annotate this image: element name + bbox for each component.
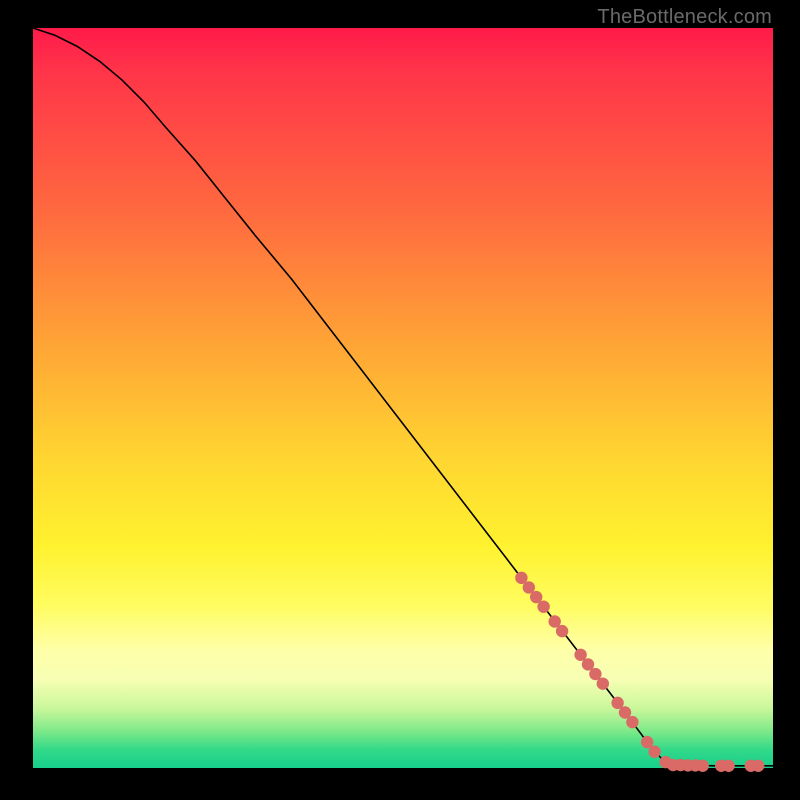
data-point xyxy=(752,760,764,772)
chart-container: TheBottleneck.com xyxy=(0,0,800,800)
data-point xyxy=(648,746,660,758)
data-dots xyxy=(515,572,764,772)
data-point xyxy=(556,625,568,637)
data-point xyxy=(697,760,709,772)
plot-area xyxy=(33,28,773,768)
data-point xyxy=(722,760,734,772)
data-point xyxy=(626,716,638,728)
watermark-text: TheBottleneck.com xyxy=(597,6,772,29)
curve-layer xyxy=(33,28,773,768)
data-point xyxy=(597,677,609,689)
main-curve xyxy=(33,28,773,766)
data-point xyxy=(537,600,549,612)
